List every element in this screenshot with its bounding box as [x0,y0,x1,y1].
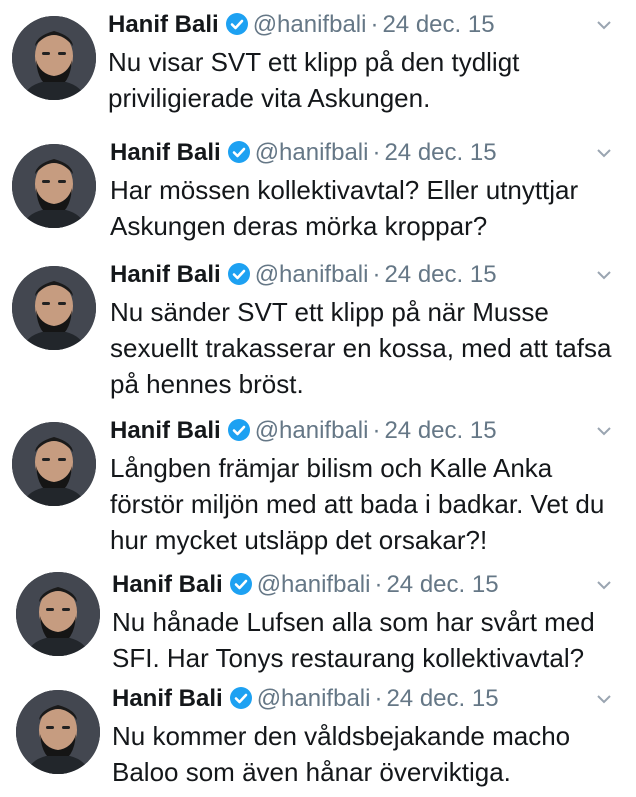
separator: · [374,685,383,712]
tweet-header: Hanif Bali @hanifbali · 24 dec. 15 [112,682,616,716]
separator: · [374,571,383,598]
author-name[interactable]: Hanif Bali [112,685,223,712]
author-name[interactable]: Hanif Bali [110,261,221,288]
chevron-down-icon[interactable] [592,682,616,716]
tweet-text: Nu visar SVT ett klipp på den tydligt pr… [108,47,520,113]
chevron-down-icon[interactable] [592,8,616,42]
author-handle[interactable]: @hanifbali [255,139,369,166]
avatar[interactable] [12,144,96,228]
verified-badge-icon [229,572,253,596]
separator: · [370,11,379,38]
separator: · [372,139,381,166]
verified-badge-icon [227,418,251,442]
avatar[interactable] [12,266,96,350]
tweet-date[interactable]: 24 dec. 15 [384,417,496,444]
avatar[interactable] [16,690,100,774]
author-handle[interactable]: @hanifbali [255,417,369,444]
tweet-text: Nu kommer den våldsbejakande macho Baloo… [112,721,571,787]
tweet-header: Hanif Bali @hanifbali · 24 dec. 15 [110,414,616,448]
tweet-date[interactable]: 24 dec. 15 [386,685,498,712]
chevron-down-icon[interactable] [592,258,616,292]
tweet-text: Långben främjar bilism och Kalle Anka fö… [110,453,605,555]
avatar[interactable] [12,422,96,506]
avatar[interactable] [16,572,100,656]
author-name[interactable]: Hanif Bali [110,139,221,166]
tweet-text: Har mössen kollektivavtal? Eller utnyttj… [110,175,579,241]
avatar[interactable] [12,16,96,100]
verified-badge-icon [227,140,251,164]
tweet-date[interactable]: 24 dec. 15 [386,571,498,598]
author-handle[interactable]: @hanifbali [253,11,367,38]
chevron-down-icon[interactable] [592,568,616,602]
tweet-date[interactable]: 24 dec. 15 [384,261,496,288]
tweet-header: Hanif Bali @hanifbali · 24 dec. 15 [112,568,616,602]
chevron-down-icon[interactable] [592,414,616,448]
tweet-header: Hanif Bali @hanifbali · 24 dec. 15 [108,8,616,42]
tweet-header: Hanif Bali @hanifbali · 24 dec. 15 [110,136,616,170]
author-name[interactable]: Hanif Bali [108,11,219,38]
verified-badge-icon [227,262,251,286]
author-name[interactable]: Hanif Bali [112,571,223,598]
verified-badge-icon [229,686,253,710]
tweet-date[interactable]: 24 dec. 15 [382,11,494,38]
author-name[interactable]: Hanif Bali [110,417,221,444]
tweet-text: Nu sänder SVT ett klipp på när Musse sex… [110,297,612,399]
author-handle[interactable]: @hanifbali [257,571,371,598]
tweet-header: Hanif Bali @hanifbali · 24 dec. 15 [110,258,616,292]
chevron-down-icon[interactable] [592,136,616,170]
verified-badge-icon [225,12,249,36]
tweet-text: Nu hånade Lufsen alla som har svårt med … [112,607,595,673]
separator: · [372,417,381,444]
author-handle[interactable]: @hanifbali [257,685,371,712]
separator: · [372,261,381,288]
tweet-date[interactable]: 24 dec. 15 [384,139,496,166]
author-handle[interactable]: @hanifbali [255,261,369,288]
